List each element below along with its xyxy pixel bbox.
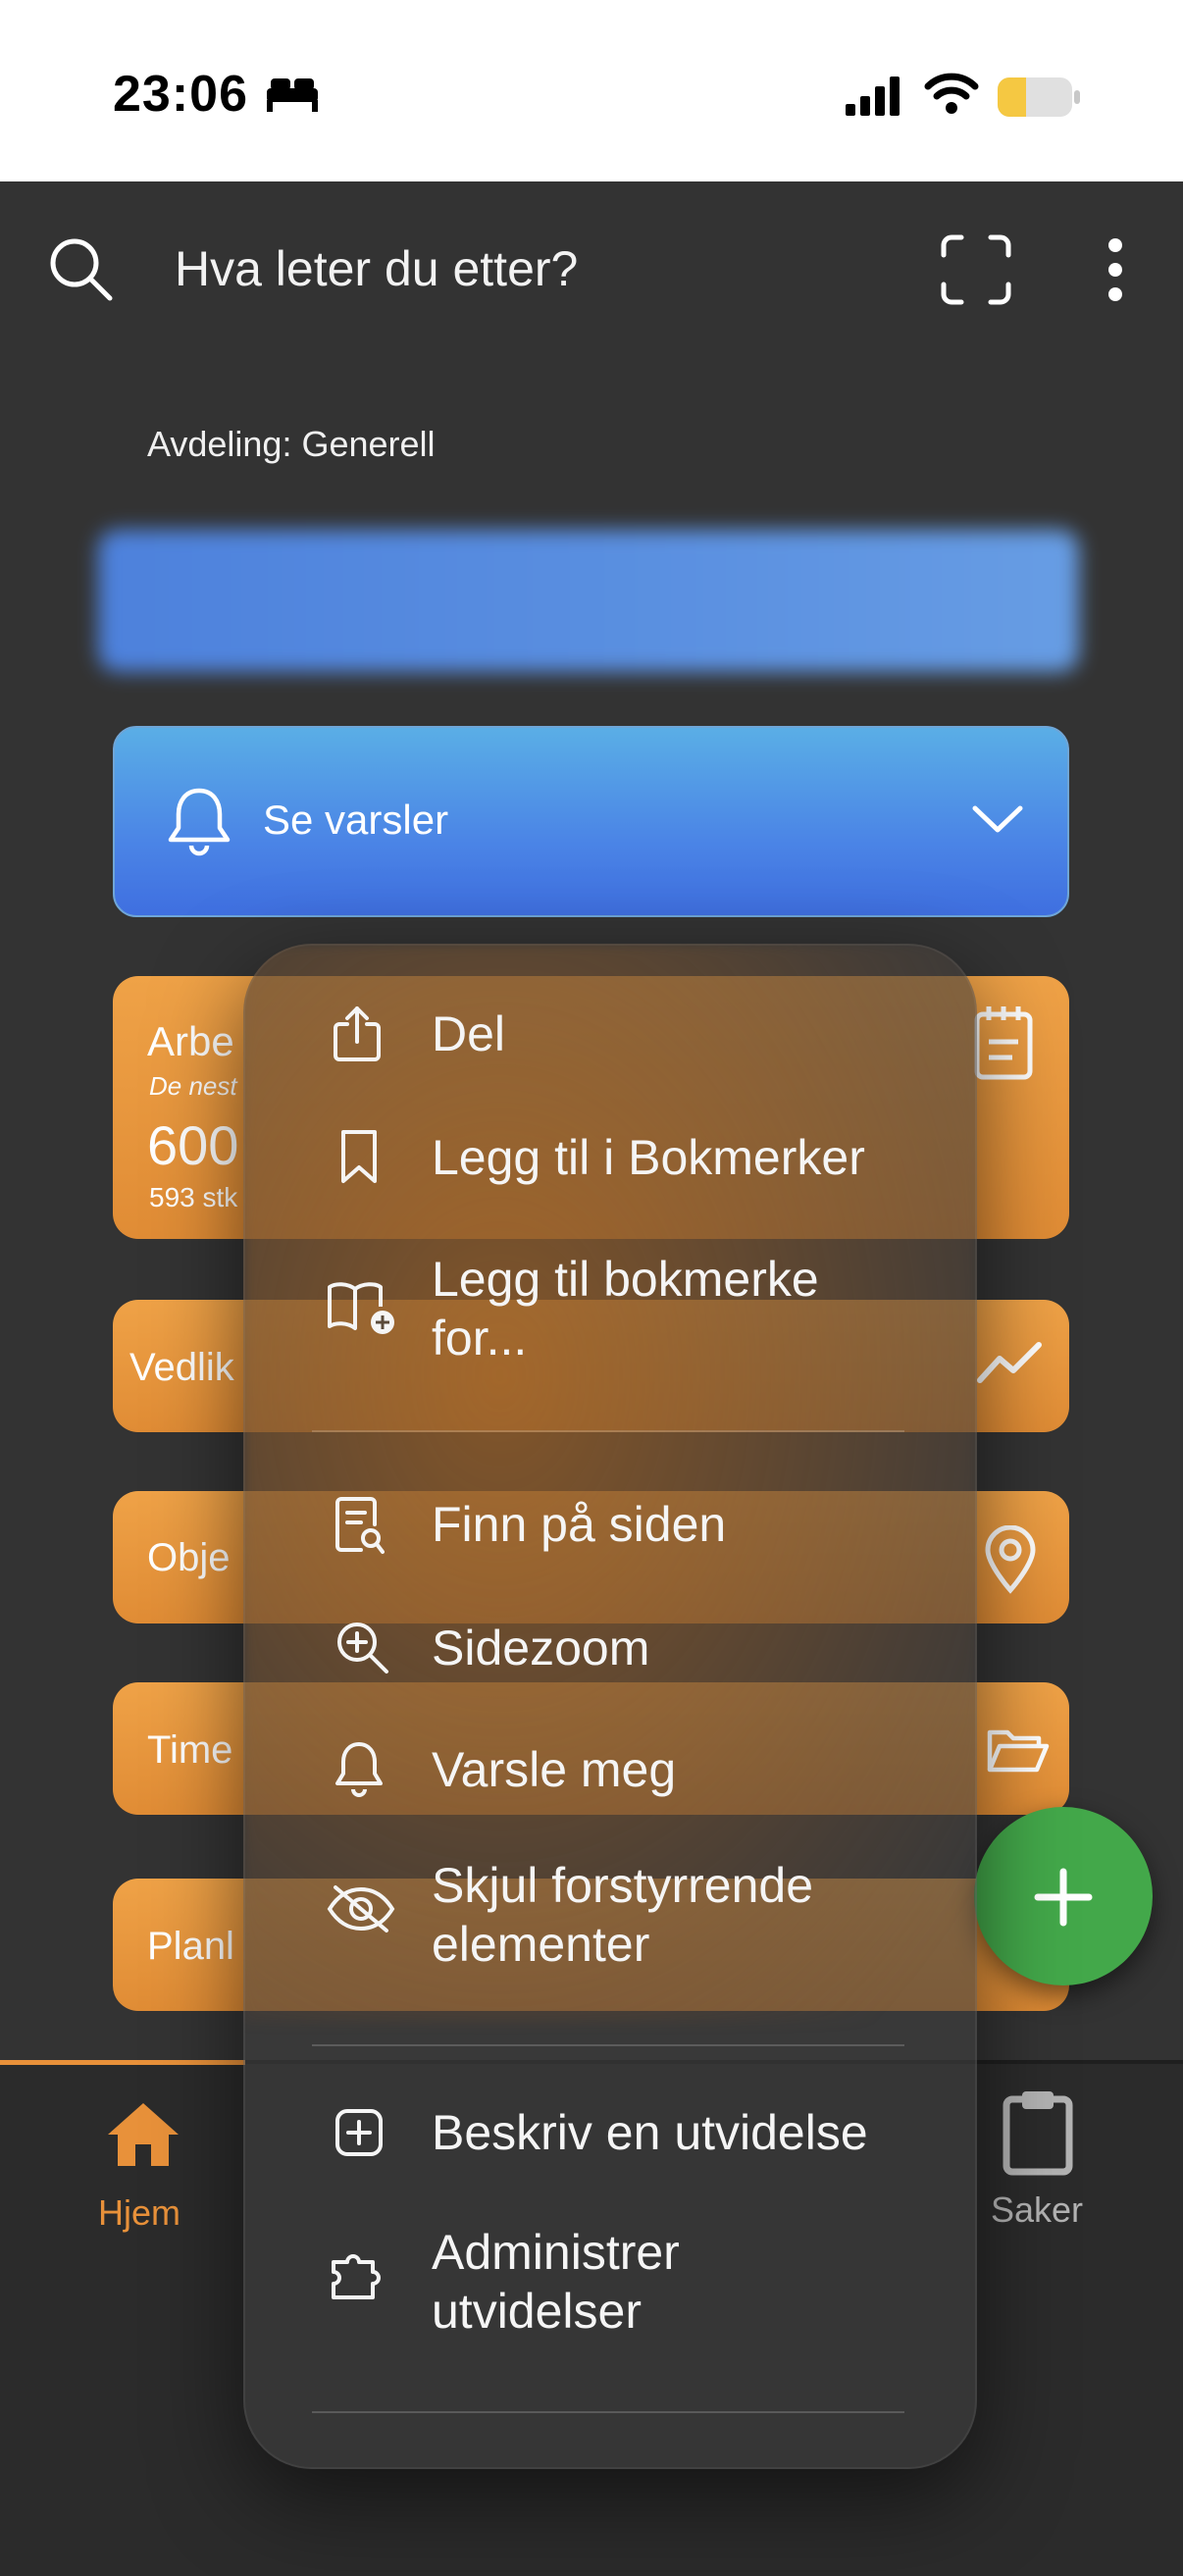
tile-subtitle: De nest	[149, 1071, 237, 1101]
plus-icon	[1030, 1864, 1097, 1935]
menu-item-find-on-page[interactable]: Finn på siden	[432, 1495, 726, 1554]
tile-count: 593 stk	[149, 1182, 238, 1212]
trend-chart-icon	[976, 1339, 1043, 1391]
clipboard-icon[interactable]	[999, 2087, 1077, 2181]
active-tab-indicator	[0, 2060, 245, 2065]
notepad-icon	[971, 1003, 1036, 1086]
status-time: 23:06	[113, 66, 248, 123]
bell-icon	[165, 785, 233, 862]
menu-item-bookmark-for[interactable]: Legg til bokmerke for...	[432, 1250, 819, 1367]
chevron-down-icon[interactable]	[971, 802, 1024, 841]
find-in-page-icon	[334, 1495, 385, 1561]
bookmark-icon	[337, 1128, 381, 1190]
battery-icon	[997, 77, 1081, 123]
eye-off-icon	[326, 1883, 396, 1939]
book-add-icon	[326, 1281, 396, 1341]
menu-separator	[312, 2411, 904, 2413]
tile-label: Obje	[147, 1536, 231, 1579]
tab-home[interactable]: Hjem	[98, 2192, 180, 2234]
sleep-focus-icon	[265, 75, 320, 119]
menu-item-manage-extensions[interactable]: Administrer utvidelser	[432, 2223, 680, 2341]
wifi-icon	[924, 71, 979, 121]
tile-label: Time	[147, 1728, 233, 1772]
tile-label: Vedlik	[129, 1346, 234, 1389]
home-icon[interactable]	[104, 2099, 182, 2175]
location-pin-icon	[984, 1524, 1037, 1599]
menu-item-hide-distracting[interactable]: Skjul forstyrrende elementer	[432, 1856, 813, 1974]
tile-label: Planl	[147, 1925, 234, 1968]
alerts-panel[interactable]	[113, 726, 1069, 917]
tab-cases[interactable]: Saker	[991, 2190, 1083, 2231]
menu-separator	[312, 1430, 904, 1432]
scan-icon[interactable]	[940, 233, 1012, 311]
blurred-banner	[98, 530, 1079, 672]
cellular-signal-icon	[846, 77, 904, 121]
folder-open-icon	[986, 1726, 1051, 1780]
zoom-icon	[334, 1619, 390, 1680]
tile-number: 600	[147, 1114, 239, 1176]
plus-square-icon	[334, 2107, 385, 2163]
bell-icon	[334, 1740, 385, 1802]
menu-item-notify-me[interactable]: Varsle meg	[432, 1740, 676, 1799]
alerts-label: Se varsler	[263, 797, 449, 843]
search-icon[interactable]	[47, 235, 116, 309]
more-options-icon[interactable]	[1104, 235, 1127, 309]
menu-item-add-bookmark[interactable]: Legg til i Bokmerker	[432, 1128, 865, 1187]
share-icon	[330, 1005, 385, 1068]
department-label: Avdeling: Generell	[147, 424, 436, 464]
context-menu: Del Legg til i Bokmerker Legg til bokmer…	[243, 944, 977, 2469]
menu-item-page-zoom[interactable]: Sidezoom	[432, 1619, 649, 1677]
menu-item-describe-extension[interactable]: Beskriv en utvidelse	[432, 2103, 868, 2162]
puzzle-icon	[330, 2250, 392, 2306]
search-input[interactable]: Hva leter du etter?	[175, 240, 578, 297]
menu-separator	[312, 2044, 904, 2046]
menu-item-share[interactable]: Del	[432, 1005, 505, 1063]
tile-title: Arbe	[147, 1018, 234, 1064]
